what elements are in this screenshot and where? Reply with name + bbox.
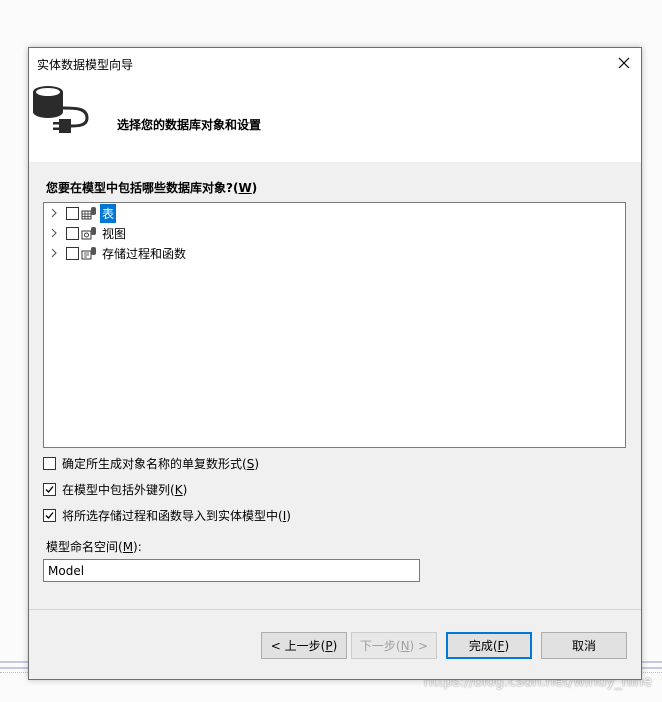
namespace-input[interactable] <box>43 559 420 582</box>
tree-prompt: 您要在模型中包括哪些数据库对象?(W) <box>46 181 258 195</box>
table-icon <box>81 207 96 220</box>
database-connection-icon <box>33 86 89 133</box>
namespace-label: 模型命名空间(M): <box>46 540 142 554</box>
next-button[interactable]: 下一步(N) > <box>351 632 437 659</box>
tree-item-label: 表 <box>100 203 117 223</box>
finish-button[interactable]: 完成(F) <box>446 632 532 659</box>
tree-expander[interactable] <box>48 243 60 263</box>
chevron-right-icon <box>51 228 57 238</box>
option-foreign-keys[interactable]: 在模型中包括外键列(K) <box>43 480 187 498</box>
tree-item-label: 存储过程和函数 <box>102 246 187 261</box>
stored-procedure-icon <box>81 247 96 260</box>
tree-checkbox[interactable] <box>66 226 79 240</box>
checkmark-icon <box>45 485 54 493</box>
option-label: 确定所生成对象名称的单复数形式(S) <box>62 456 259 471</box>
option-import-procedures[interactable]: 将所选存储过程和函数导入到实体模型中(I) <box>43 506 291 524</box>
tree-item-label: 视图 <box>102 226 127 241</box>
import-procedures-checkbox[interactable] <box>43 508 56 522</box>
pluralize-checkbox[interactable] <box>43 456 56 470</box>
dialog-title: 实体数据模型向导 <box>37 58 134 72</box>
tree-expander[interactable] <box>48 203 60 223</box>
header-title: 选择您的数据库对象和设置 <box>117 118 262 132</box>
cancel-button[interactable]: 取消 <box>541 632 627 659</box>
tree-checkbox[interactable] <box>66 206 79 220</box>
tree-expander[interactable] <box>48 223 60 243</box>
entity-data-model-wizard-dialog: 实体数据模型向导 选择您的数据库对象和设置 您要在模型中包括哪些数据库对象?(W… <box>28 47 642 680</box>
option-label: 在模型中包括外键列(K) <box>62 482 188 497</box>
header-panel: 选择您的数据库对象和设置 <box>29 78 641 162</box>
foreign-keys-checkbox[interactable] <box>43 482 56 496</box>
back-button[interactable]: < 上一步(P) <box>261 632 347 659</box>
footer-separator <box>29 609 641 610</box>
tree-item-views[interactable]: 视图 <box>44 223 128 243</box>
close-button[interactable] <box>607 48 641 78</box>
tree-item-stored-procedures[interactable]: 存储过程和函数 <box>44 243 188 263</box>
chevron-right-icon <box>51 248 57 258</box>
tree-item-tables[interactable]: 表 <box>44 203 117 223</box>
checkmark-icon <box>45 511 54 519</box>
close-icon <box>618 57 630 69</box>
tree-checkbox[interactable] <box>66 246 79 260</box>
title-bar: 实体数据模型向导 <box>29 48 641 78</box>
option-label: 将所选存储过程和函数导入到实体模型中(I) <box>62 508 291 523</box>
database-objects-tree[interactable]: 表 视图 存储过程和函数 <box>43 202 626 448</box>
view-icon <box>81 227 96 240</box>
chevron-right-icon <box>51 208 57 218</box>
option-pluralize[interactable]: 确定所生成对象名称的单复数形式(S) <box>43 454 259 472</box>
